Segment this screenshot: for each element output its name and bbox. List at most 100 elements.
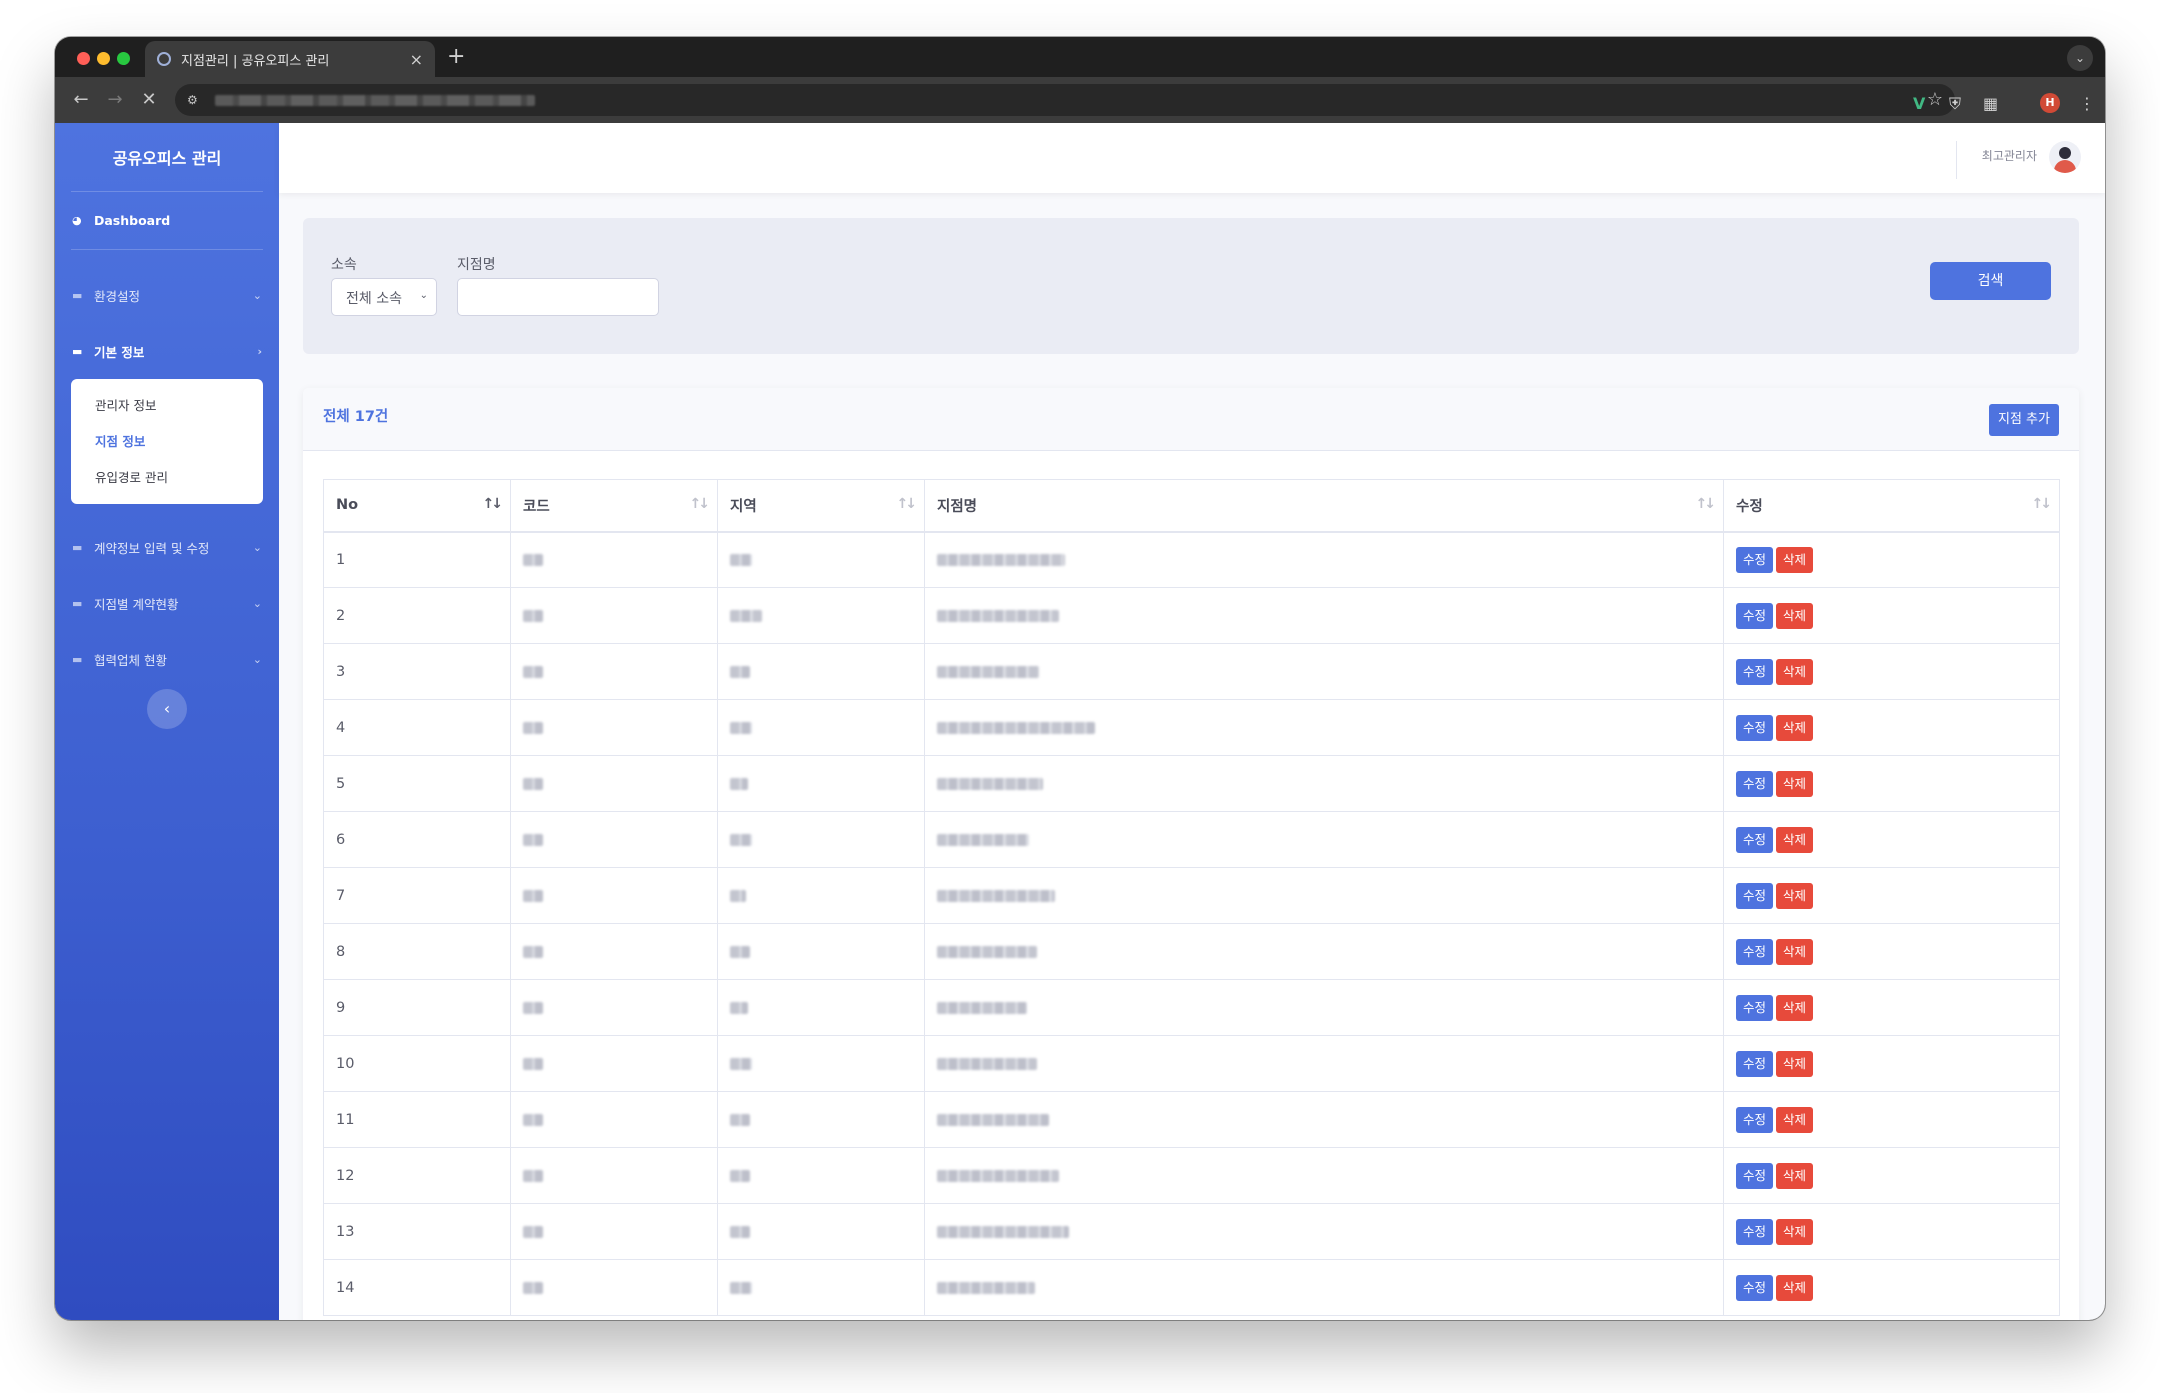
cell-branch-name — [924, 531, 1724, 588]
submenu-item-inflow-route[interactable]: 유입경로 관리 — [95, 467, 168, 486]
sidebar-brand[interactable]: 공유오피스 관리 — [55, 145, 279, 169]
column-header-region[interactable]: 지역 ↑↓ — [717, 479, 925, 533]
delete-button[interactable]: 삭제 — [1776, 826, 1814, 853]
edit-button[interactable]: 수정 — [1736, 770, 1774, 797]
browser-menu-icon[interactable]: ⋮ — [2079, 95, 2095, 113]
zoom-window-button[interactable] — [117, 52, 130, 65]
redacted-region — [730, 889, 746, 902]
cell-no: 6 — [323, 811, 511, 868]
redacted-region — [730, 665, 750, 678]
back-icon[interactable]: ← — [69, 88, 93, 112]
submenu-item-admin-info[interactable]: 관리자 정보 — [95, 395, 156, 414]
sidebar-item-dashboard[interactable]: ◕ Dashboard — [72, 213, 262, 228]
shield-extension-icon[interactable]: ⛨ — [1949, 95, 1961, 113]
tab-close-icon[interactable]: × — [410, 50, 423, 69]
affiliation-select[interactable]: 전체 소속 ⌄ — [331, 278, 437, 316]
forward-icon[interactable]: → — [103, 88, 127, 112]
tab-search-button[interactable]: ⌄ — [2067, 45, 2093, 71]
edit-button[interactable]: 수정 — [1736, 938, 1774, 965]
search-button[interactable]: 검색 — [1930, 262, 2051, 300]
delete-button[interactable]: 삭제 — [1776, 546, 1814, 573]
delete-button[interactable]: 삭제 — [1776, 714, 1814, 741]
delete-button[interactable]: 삭제 — [1776, 994, 1814, 1021]
cell-actions: 수정 삭제 — [1723, 867, 2060, 924]
redacted-branch-name — [937, 833, 1029, 846]
cell-actions: 수정 삭제 — [1723, 1203, 2060, 1260]
edit-button[interactable]: 수정 — [1736, 714, 1774, 741]
browser-tab[interactable]: 지점관리 | 공유오피스 관리 × — [145, 41, 435, 77]
minimize-window-button[interactable] — [97, 52, 110, 65]
column-header-branch-name[interactable]: 지점명 ↑↓ — [924, 479, 1724, 533]
cell-code — [510, 979, 718, 1036]
sidebar-item-settings[interactable]: ▬ 환경설정 ⌄ — [72, 286, 262, 305]
sort-icon: ↑↓ — [1695, 496, 1717, 512]
edit-button[interactable]: 수정 — [1736, 1106, 1774, 1133]
delete-button[interactable]: 삭제 — [1776, 658, 1814, 685]
sidebar-toggle-button[interactable]: ‹ — [147, 689, 187, 729]
row-number: 12 — [336, 1167, 355, 1184]
edit-button[interactable]: 수정 — [1736, 1274, 1774, 1301]
close-window-button[interactable] — [77, 52, 90, 65]
add-branch-button[interactable]: 지점 추가 — [1989, 404, 2059, 436]
edit-button[interactable]: 수정 — [1736, 1218, 1774, 1245]
column-header-code[interactable]: 코드 ↑↓ — [510, 479, 718, 533]
profile-avatar[interactable]: H — [2040, 93, 2060, 113]
vue-devtools-icon[interactable]: V — [1913, 95, 1925, 113]
delete-button[interactable]: 삭제 — [1776, 882, 1814, 909]
redacted-branch-name — [937, 777, 1043, 790]
bookmark-star-icon[interactable]: ☆ — [1927, 89, 1943, 110]
redacted-branch-name — [937, 1113, 1049, 1126]
row-number: 9 — [336, 999, 346, 1016]
sidebar-item-basic-info[interactable]: ▬ 기본 정보 › — [72, 342, 262, 361]
edit-button[interactable]: 수정 — [1736, 882, 1774, 909]
redacted-branch-name — [937, 553, 1065, 566]
edit-button[interactable]: 수정 — [1736, 826, 1774, 853]
cell-no: 11 — [323, 1091, 511, 1148]
address-bar[interactable]: ⚙ ☆ — [175, 84, 1955, 116]
table-row: 7 수정 삭제 — [323, 867, 2060, 924]
redacted-code — [523, 945, 543, 958]
new-tab-button[interactable]: + — [447, 45, 465, 69]
sidebar-item-label: Dashboard — [94, 213, 171, 228]
column-label: 수정 — [1736, 498, 1763, 515]
sidebar-divider — [71, 191, 263, 192]
redacted-code — [523, 1001, 543, 1014]
delete-button[interactable]: 삭제 — [1776, 1106, 1814, 1133]
cell-actions: 수정 삭제 — [1723, 979, 2060, 1036]
sort-icon: ↑↓ — [2031, 496, 2053, 512]
sidebar-item-branch-contracts[interactable]: ▬ 지점별 계약현황 ⌄ — [72, 594, 262, 613]
extensions-puzzle-icon[interactable]: ▦ — [1983, 95, 1998, 113]
cell-region — [717, 755, 925, 812]
delete-button[interactable]: 삭제 — [1776, 602, 1814, 629]
column-header-edit[interactable]: 수정 ↑↓ — [1723, 479, 2060, 533]
delete-button[interactable]: 삭제 — [1776, 1274, 1814, 1301]
delete-button[interactable]: 삭제 — [1776, 770, 1814, 797]
redacted-branch-name — [937, 945, 1037, 958]
delete-button[interactable]: 삭제 — [1776, 1050, 1814, 1077]
edit-button[interactable]: 수정 — [1736, 1162, 1774, 1189]
branch-name-input[interactable] — [457, 278, 659, 316]
chevron-down-icon: ⌄ — [252, 653, 262, 666]
user-avatar[interactable] — [2049, 141, 2081, 173]
redacted-branch-name — [937, 721, 1095, 734]
cell-region — [717, 811, 925, 868]
affiliation-label: 소속 — [331, 257, 357, 273]
affiliation-select-value: 전체 소속 — [346, 291, 402, 307]
stop-loading-icon[interactable]: ✕ — [137, 88, 161, 112]
user-name[interactable]: 최고관리자 — [1982, 147, 2037, 164]
web-page: 공유오피스 관리 ◕ Dashboard ▬ 환경설정 ⌄ ▬ 기본 정보 › … — [55, 123, 2105, 1320]
sidebar-item-partners[interactable]: ▬ 협력업체 현황 ⌄ — [72, 650, 262, 669]
edit-button[interactable]: 수정 — [1736, 994, 1774, 1021]
cell-region — [717, 643, 925, 700]
delete-button[interactable]: 삭제 — [1776, 1218, 1814, 1245]
column-header-no[interactable]: No ↑↓ — [323, 479, 511, 533]
edit-button[interactable]: 수정 — [1736, 658, 1774, 685]
edit-button[interactable]: 수정 — [1736, 546, 1774, 573]
delete-button[interactable]: 삭제 — [1776, 938, 1814, 965]
sidebar-item-contract-edit[interactable]: ▬ 계약정보 입력 및 수정 ⌄ — [72, 538, 262, 557]
edit-button[interactable]: 수정 — [1736, 602, 1774, 629]
edit-button[interactable]: 수정 — [1736, 1050, 1774, 1077]
delete-button[interactable]: 삭제 — [1776, 1162, 1814, 1189]
submenu-item-branch-info[interactable]: 지점 정보 — [95, 431, 145, 450]
site-settings-icon[interactable]: ⚙ — [187, 92, 203, 108]
